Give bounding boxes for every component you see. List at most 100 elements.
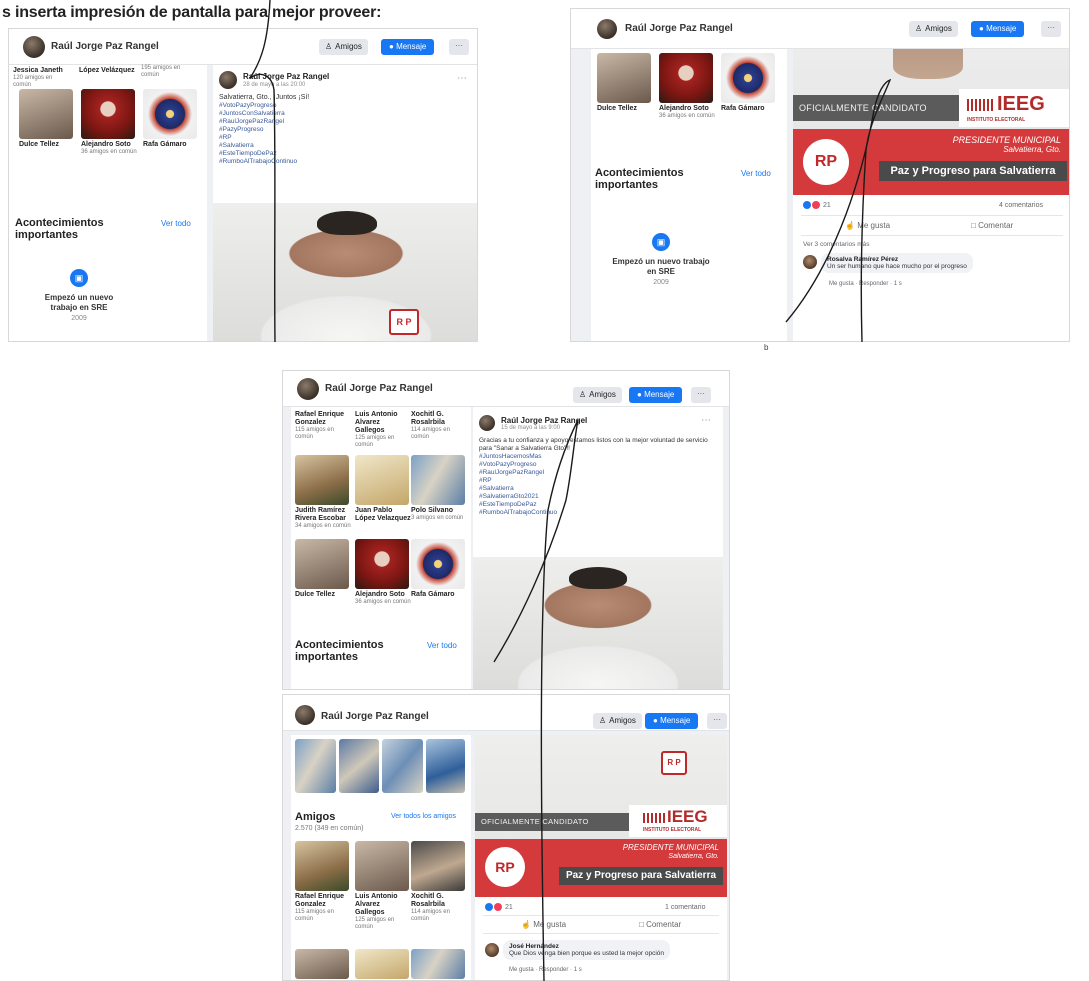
profile-photo[interactable] <box>295 739 336 793</box>
profile-name[interactable]: Raúl Jorge Paz Rangel <box>625 23 733 34</box>
profile-name[interactable]: Raúl Jorge Paz Rangel <box>51 41 159 52</box>
friends-button[interactable]: ♙ Amigos <box>593 713 642 729</box>
profile-photo[interactable] <box>338 739 380 793</box>
friend-photo[interactable] <box>295 841 349 891</box>
comment-actions[interactable]: Me gusta · Responder · 1 s <box>509 967 582 973</box>
reaction-summary[interactable]: 21 <box>803 201 831 209</box>
friend-card[interactable]: 195 amigos en común <box>141 65 197 79</box>
friend-photo[interactable] <box>295 455 349 505</box>
post-author[interactable]: Raúl Jorge Paz Rangel <box>501 416 587 425</box>
post-photo[interactable] <box>473 557 723 689</box>
friend-card[interactable]: Xochitl G. Rosalrbila 114 amigos en comú… <box>411 409 467 441</box>
avatar[interactable] <box>597 19 617 39</box>
friend-card[interactable]: Alejandro Soto 36 amigos en común <box>659 53 715 120</box>
friend-card[interactable]: Luis Antonio Alvarez Gallegos 125 amigos… <box>355 841 411 931</box>
see-all-link[interactable]: Ver todo <box>161 219 191 228</box>
friend-card[interactable]: Xochitl G. Rosalrbila 114 amigos en comú… <box>411 841 467 923</box>
comment-count[interactable]: 4 comentarios <box>999 202 1043 209</box>
profile-name[interactable]: Raúl Jorge Paz Rangel <box>321 711 429 722</box>
comment-avatar[interactable] <box>803 255 817 269</box>
friends-button[interactable]: ♙ Amigos <box>573 387 622 403</box>
hashtag[interactable]: #Salvatierra <box>219 142 469 150</box>
friend-photo[interactable] <box>355 841 409 891</box>
comment-actions[interactable]: Me gusta · Responder · 1 s <box>829 281 902 287</box>
comment-button[interactable]: □ Comentar <box>639 920 681 929</box>
friend-photo[interactable] <box>295 949 349 979</box>
hashtag[interactable]: #PazyProgreso <box>219 126 469 134</box>
friend-card[interactable] <box>411 949 467 979</box>
post-timestamp[interactable]: 28 de mayo a las 20:00 <box>243 82 305 88</box>
profile-photo[interactable] <box>426 739 465 793</box>
friend-photo[interactable] <box>19 89 73 139</box>
friends-button[interactable]: ♙ Amigos <box>319 39 368 55</box>
friend-photo[interactable] <box>295 539 349 589</box>
comment-count[interactable]: 1 comentario <box>665 904 705 911</box>
friend-photo[interactable] <box>411 949 465 979</box>
hashtag[interactable]: #EsteTiempoDePaz <box>479 501 717 509</box>
post-photo[interactable]: OFICIALMENTE CANDIDATO IEEG INSTITUTO EL… <box>793 49 1069 195</box>
message-button[interactable]: ● Mensaje <box>629 387 683 403</box>
more-options-button[interactable]: ··· <box>1041 21 1061 37</box>
more-options-button[interactable]: ··· <box>691 387 711 403</box>
post-menu-icon[interactable]: ⋯ <box>457 73 467 84</box>
friend-card[interactable]: Rafa Gámaro <box>143 89 199 149</box>
hashtag[interactable]: #Salvatierra <box>479 485 717 493</box>
friend-photo[interactable] <box>143 89 197 139</box>
friend-card[interactable]: Dulce Tellez <box>597 53 653 113</box>
profile-photo[interactable] <box>382 739 424 793</box>
friend-photo[interactable] <box>721 53 775 103</box>
friend-photo[interactable] <box>411 539 465 589</box>
friend-card[interactable]: Rafael Enrique Gonzalez 115 amigos en co… <box>295 409 351 441</box>
hashtag[interactable]: #EsteTiempoDePaz <box>219 150 469 158</box>
work-event-card[interactable]: ▣ Empezó un nuevo trabajo en SRE 2009 <box>611 233 711 286</box>
friend-card[interactable]: Jessica Janeth 120 amigos en común <box>13 65 69 89</box>
hashtag[interactable]: #RumboAlTrabajoContinuo <box>219 158 469 166</box>
see-all-link[interactable]: Ver todo <box>427 641 457 650</box>
friend-photo[interactable] <box>411 841 465 891</box>
see-all-link[interactable]: Ver todo <box>741 169 771 178</box>
friend-card[interactable]: Alejandro Soto 36 amigos en común <box>81 89 137 156</box>
like-button[interactable]: ☝ Me gusta <box>845 221 890 230</box>
friend-card[interactable]: Polo Silvano 3 amigos en común <box>411 455 467 522</box>
friend-photo[interactable] <box>81 89 135 139</box>
post-avatar[interactable] <box>479 415 495 431</box>
like-button[interactable]: ☝ Me gusta <box>521 920 566 929</box>
hashtag[interactable]: #VotoPazyProgreso <box>219 102 469 110</box>
friend-card[interactable]: Rafa Gámaro <box>721 53 777 113</box>
post-author[interactable]: Raúl Jorge Paz Rangel <box>243 72 329 81</box>
friend-card[interactable]: Dulce Tellez <box>19 89 75 149</box>
more-options-button[interactable]: ··· <box>707 713 727 729</box>
friend-card[interactable]: Dulce Tellez <box>295 539 351 599</box>
comment-button[interactable]: □ Comentar <box>971 221 1013 230</box>
friend-card[interactable] <box>355 949 411 979</box>
post-avatar[interactable] <box>219 71 237 89</box>
friend-photo[interactable] <box>411 455 465 505</box>
friends-button[interactable]: ♙ Amigos <box>909 21 958 37</box>
more-options-button[interactable]: ··· <box>449 39 469 55</box>
friend-photo[interactable] <box>597 53 651 103</box>
profile-name[interactable]: Raúl Jorge Paz Rangel <box>325 383 433 394</box>
message-button[interactable]: ● Mensaje <box>645 713 699 729</box>
post-photo[interactable]: R P <box>213 203 477 341</box>
post-menu-icon[interactable]: ⋯ <box>701 415 711 426</box>
work-event-card[interactable]: ▣ Empezó un nuevo trabajo en SRE 2009 <box>31 269 127 322</box>
hashtag[interactable]: #JuntosConSalvatierra <box>219 110 469 118</box>
hashtag[interactable]: #RP <box>219 134 469 142</box>
avatar[interactable] <box>295 705 315 725</box>
friend-card[interactable]: Rafa Gámaro <box>411 539 467 599</box>
friend-card[interactable]: López Velázquez <box>79 65 135 75</box>
message-button[interactable]: ● Mensaje <box>971 21 1025 37</box>
hashtag[interactable]: #SalvatierraGto2021 <box>479 493 717 501</box>
friend-card[interactable]: Alejandro Soto 36 amigos en común <box>355 539 411 606</box>
friend-photo[interactable] <box>355 539 409 589</box>
friend-photo[interactable] <box>355 455 409 505</box>
hashtag[interactable]: #JuntosHacemosMas <box>479 453 717 461</box>
friend-card[interactable]: Judith Ramírez Rivera Escobar 34 amigos … <box>295 455 351 530</box>
avatar[interactable] <box>297 378 319 400</box>
see-all-friends-link[interactable]: Ver todos los amigos <box>391 813 456 820</box>
hashtag[interactable]: #RumboAlTrabajoContinuo <box>479 509 717 517</box>
friend-photo[interactable] <box>355 949 409 979</box>
comment-avatar[interactable] <box>485 943 499 957</box>
reaction-summary[interactable]: 21 <box>485 903 513 911</box>
friend-card[interactable]: Juan Pablo López Velazquez <box>355 455 411 523</box>
